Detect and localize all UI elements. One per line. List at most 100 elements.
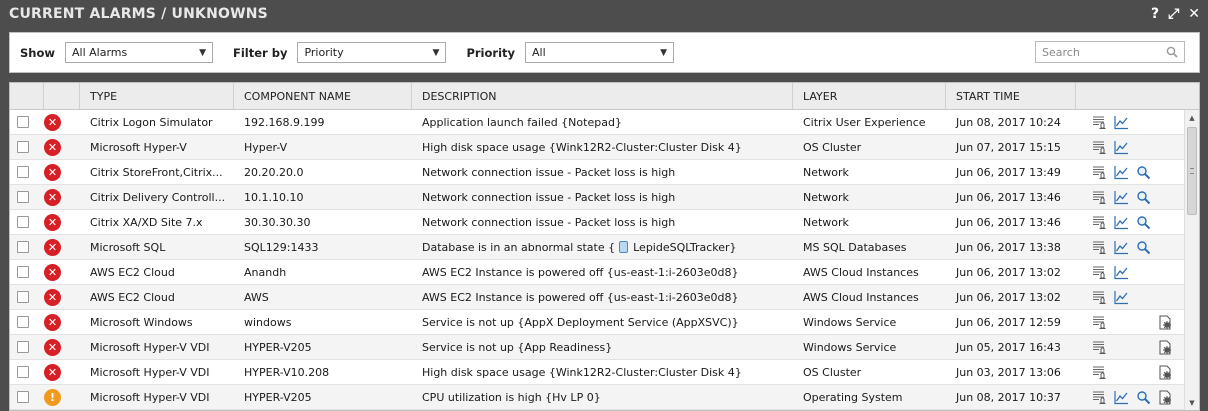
row-checkbox[interactable]: [17, 116, 29, 128]
show-select[interactable]: All Alarms ▼: [65, 42, 213, 63]
severity-cell: ✕: [44, 160, 80, 184]
critical-severity-icon: ✕: [44, 163, 61, 181]
history-icon[interactable]: [1091, 339, 1108, 356]
row-checkbox[interactable]: [17, 141, 29, 153]
header-layer[interactable]: LAYER: [793, 83, 946, 109]
history-icon[interactable]: [1091, 164, 1108, 181]
row-checkbox[interactable]: [17, 316, 29, 328]
priority-select[interactable]: All ▼: [525, 42, 675, 63]
table-row[interactable]: ! Microsoft Hyper-V VDI HYPER-V205 CPU util…: [10, 385, 1199, 410]
start-time-cell: Jun 08, 2017 10:37: [956, 390, 1061, 404]
row-checkbox[interactable]: [17, 391, 29, 403]
header-type[interactable]: TYPE: [80, 83, 234, 109]
severity-cell: ✕: [44, 135, 80, 159]
graph-icon[interactable]: [1113, 214, 1130, 231]
table-row[interactable]: ✕ AWS EC2 Cloud Anandh AWS EC2 Instance is …: [10, 260, 1199, 285]
graph-icon[interactable]: [1113, 164, 1130, 181]
filterby-label: Filter by: [233, 45, 288, 60]
settings-icon[interactable]: [1157, 389, 1174, 406]
graph-icon[interactable]: [1113, 289, 1130, 306]
row-checkbox[interactable]: [17, 291, 29, 303]
header-component-name[interactable]: COMPONENT NAME: [234, 83, 412, 109]
header-start-time[interactable]: START TIME: [946, 83, 1076, 109]
row-checkbox[interactable]: [17, 241, 29, 253]
search-detail-icon[interactable]: [1135, 164, 1152, 181]
table-row[interactable]: ✕ Citrix StoreFront,Citrix... 20.20.20.0 Ne…: [10, 160, 1199, 185]
table-row[interactable]: ✕ Microsoft Hyper-V VDI HYPER-V10.208 High …: [10, 360, 1199, 385]
row-checkbox[interactable]: [17, 266, 29, 278]
vertical-scrollbar[interactable]: ▲ ▼: [1184, 110, 1199, 410]
graph-icon[interactable]: [1113, 239, 1130, 256]
description-text: Database is in an abnormal state {: [422, 240, 616, 254]
graph-icon[interactable]: [1113, 114, 1130, 131]
table-row[interactable]: ✕ Citrix Delivery Controll... 10.1.10.10 Ne…: [10, 185, 1199, 210]
settings-icon[interactable]: [1157, 364, 1174, 381]
scrollbar-thumb[interactable]: [1187, 127, 1197, 215]
search-detail-icon[interactable]: [1135, 189, 1152, 206]
close-icon[interactable]: ✕: [1188, 7, 1200, 21]
layer-cell: Windows Service: [803, 315, 897, 329]
search-detail-icon[interactable]: [1135, 389, 1152, 406]
table-row[interactable]: ✕ Microsoft Hyper-V Hyper-V High disk space…: [10, 135, 1199, 160]
row-checkbox[interactable]: [17, 216, 29, 228]
search-detail-icon[interactable]: [1135, 239, 1152, 256]
table-row[interactable]: ✕ Microsoft Hyper-V VDI HYPER-V205 Service …: [10, 335, 1199, 360]
start-time-cell: Jun 06, 2017 13:38: [956, 240, 1061, 254]
history-icon[interactable]: [1091, 389, 1108, 406]
search-detail-icon[interactable]: [1135, 214, 1152, 231]
description-cell: Database is in an abnormal state { Lepide…: [412, 235, 793, 259]
start-time-cell: Jun 06, 2017 13:02: [956, 290, 1061, 304]
priority-select-value: All: [532, 46, 546, 59]
type-cell: Citrix Logon Simulator: [90, 115, 213, 129]
type-cell: Microsoft Hyper-V VDI: [90, 365, 210, 379]
history-icon[interactable]: [1091, 264, 1108, 281]
row-checkbox-cell: [10, 235, 44, 259]
row-checkbox[interactable]: [17, 341, 29, 353]
search-icon[interactable]: [1166, 46, 1178, 58]
history-icon[interactable]: [1091, 114, 1108, 131]
layer-cell: AWS Cloud Instances: [803, 265, 919, 279]
description-cell: Service is not up {AppX Deployment Servi…: [412, 310, 793, 334]
component-cell: HYPER-V205: [244, 340, 312, 354]
layer-cell: Citrix User Experience: [803, 115, 926, 129]
header-description[interactable]: DESCRIPTION: [412, 83, 793, 109]
description-text: Network connection issue - Packet loss i…: [422, 165, 676, 179]
help-icon[interactable]: ?: [1151, 7, 1159, 21]
table-row[interactable]: ✕ Microsoft Windows windows Service is not …: [10, 310, 1199, 335]
search-input[interactable]: [1042, 45, 1152, 59]
description-text: High disk space usage {Wink12R2-Cluster:…: [422, 140, 742, 154]
settings-icon[interactable]: [1157, 339, 1174, 356]
history-icon[interactable]: [1091, 189, 1108, 206]
description-text: Application launch failed {Notepad}: [422, 115, 622, 129]
scroll-down-icon[interactable]: ▼: [1185, 395, 1199, 410]
table-row[interactable]: ✕ Citrix XA/XD Site 7.x 30.30.30.30 Network…: [10, 210, 1199, 235]
row-checkbox[interactable]: [17, 166, 29, 178]
search-box: [1035, 41, 1185, 63]
description-text: LepideSQLTracker}: [633, 240, 737, 254]
graph-icon[interactable]: [1113, 389, 1130, 406]
table-row[interactable]: ✕ Citrix Logon Simulator 192.168.9.199 Appl…: [10, 110, 1199, 135]
graph-icon[interactable]: [1113, 139, 1130, 156]
row-checkbox-cell: [10, 160, 44, 184]
settings-icon[interactable]: [1157, 314, 1174, 331]
table-row[interactable]: ✕ AWS EC2 Cloud AWS AWS EC2 Instance is pow…: [10, 285, 1199, 310]
history-icon[interactable]: [1091, 314, 1108, 331]
row-checkbox[interactable]: [17, 191, 29, 203]
critical-severity-icon: ✕: [44, 138, 61, 156]
table-row[interactable]: ✕ Microsoft SQL SQL129:1433 Database is in …: [10, 235, 1199, 260]
graph-icon[interactable]: [1113, 189, 1130, 206]
history-icon[interactable]: [1091, 139, 1108, 156]
layer-cell: Operating System: [803, 390, 903, 404]
filterby-select[interactable]: Priority ▼: [297, 42, 447, 63]
history-icon[interactable]: [1091, 289, 1108, 306]
scroll-up-icon[interactable]: ▲: [1185, 110, 1199, 125]
history-icon[interactable]: [1091, 214, 1108, 231]
expand-icon[interactable]: ⤢: [1168, 7, 1179, 21]
actions-cell: [1076, 335, 1186, 359]
database-icon: [619, 241, 629, 253]
row-checkbox[interactable]: [17, 366, 29, 378]
history-icon[interactable]: [1091, 239, 1108, 256]
header-select: [10, 83, 44, 109]
history-icon[interactable]: [1091, 364, 1108, 381]
graph-icon[interactable]: [1113, 264, 1130, 281]
